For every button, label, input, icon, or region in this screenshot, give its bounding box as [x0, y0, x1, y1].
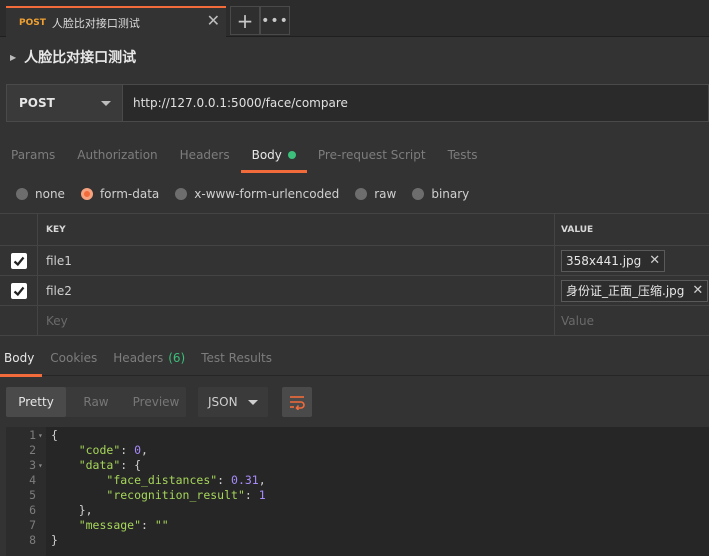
code-line: 7 "message": ""	[6, 518, 709, 533]
fold-toggle-icon[interactable]: ▾	[38, 458, 43, 473]
line-number: 5	[29, 488, 36, 502]
row-key[interactable]: file1	[38, 246, 555, 275]
code-line: 8}	[6, 533, 709, 548]
response-view-toolbar: Pretty Raw Preview JSON	[6, 387, 312, 417]
table-row: file2 身份证_正面_压缩.jpg ✕	[0, 276, 709, 306]
value-column-header: VALUE	[561, 224, 594, 235]
code-text: }	[51, 533, 58, 547]
method-select[interactable]: POST	[7, 85, 123, 121]
code-text: "message": ""	[78, 518, 169, 532]
expand-triangle-icon[interactable]: ▶	[10, 53, 16, 62]
request-title: 人脸比对接口测试	[24, 50, 137, 66]
code-line: 1 ▾ {	[6, 428, 709, 443]
url-input[interactable]	[123, 85, 708, 121]
table-row: file1 358x441.jpg ✕	[0, 246, 709, 276]
file-name: 358x441.jpg	[566, 253, 642, 268]
file-chip[interactable]: 358x441.jpg ✕	[561, 249, 666, 272]
code-text: "recognition_result": 1	[106, 488, 266, 502]
code-line: 2 "code": 0,	[6, 443, 709, 458]
response-tab-headers[interactable]: Headers (6)	[109, 341, 193, 376]
radio-form-data[interactable]: form-data	[80, 187, 159, 201]
value-placeholder-input[interactable]: Value	[555, 306, 709, 335]
view-pretty-button[interactable]: Pretty	[6, 387, 66, 417]
form-data-table: KEY VALUE file1 358x441.jpg ✕ file2 身份证_…	[0, 213, 709, 336]
response-tab-test-results[interactable]: Test Results	[197, 341, 280, 376]
radio-circle-icon	[175, 188, 188, 200]
table-header: KEY VALUE	[0, 214, 709, 246]
radio-binary[interactable]: binary	[412, 187, 469, 201]
table-row-empty: Key Value	[0, 306, 709, 336]
code-text: {	[51, 428, 58, 442]
code-text: "data": {	[78, 458, 142, 472]
tab-pre-request-script[interactable]: Pre-request Script	[307, 137, 437, 173]
code-line: 4 "face_distances": 0.31,	[6, 473, 709, 488]
radio-none[interactable]: none	[16, 187, 65, 201]
response-tab-cookies[interactable]: Cookies	[46, 341, 105, 376]
request-title-row: ▶ 人脸比对接口测试	[0, 37, 709, 77]
fold-toggle-icon[interactable]: ▾	[38, 428, 43, 443]
response-body-code: 1 ▾{2 "code": 0, 3 ▾ "data": {4 "face_dista…	[6, 427, 709, 556]
code-text: "code": 0,	[78, 443, 148, 457]
radio-x-www-form-urlencoded[interactable]: x-www-form-urlencoded	[175, 187, 339, 201]
wrap-lines-button[interactable]	[282, 387, 312, 417]
radio-raw[interactable]: raw	[355, 187, 396, 201]
code-text: },	[51, 503, 93, 517]
format-value: JSON	[208, 395, 238, 409]
request-tab-name: 人脸比对接口测试	[51, 16, 140, 30]
wrap-icon	[290, 396, 305, 410]
response-tab-body[interactable]: Body	[0, 341, 43, 377]
request-tab[interactable]: POST 人脸比对接口测试 ✕	[6, 6, 226, 37]
code-line: 6 },	[6, 503, 709, 518]
key-placeholder-input[interactable]: Key	[38, 306, 555, 335]
checkmark-icon	[13, 256, 24, 266]
view-preview-button[interactable]: Preview	[126, 387, 186, 417]
view-mode-segment: Pretty Raw Preview	[6, 387, 186, 417]
close-tab-icon[interactable]: ✕	[207, 13, 220, 29]
url-bar: POST	[6, 84, 709, 122]
checkmark-icon	[13, 286, 24, 296]
row-checkbox[interactable]	[10, 252, 27, 269]
row-checkbox[interactable]	[10, 282, 27, 299]
file-name: 身份证_正面_压缩.jpg	[566, 284, 685, 298]
tab-body[interactable]: Body	[240, 137, 308, 173]
line-number: 2	[29, 443, 36, 457]
body-set-dot-icon	[287, 151, 296, 159]
radio-circle-icon	[355, 188, 368, 200]
row-key[interactable]: file2	[38, 276, 555, 305]
response-tabs: Body Cookies Headers (6) Test Results	[0, 341, 709, 377]
request-tabs: Params Authorization Headers Body Pre-re…	[0, 137, 709, 173]
code-line: 3 ▾ "data": {	[6, 458, 709, 473]
chevron-down-icon	[248, 399, 258, 405]
code-text: "face_distances": 0.31,	[106, 473, 266, 487]
headers-count-badge: (6)	[168, 351, 186, 365]
request-tab-method: POST	[19, 17, 46, 28]
remove-file-icon[interactable]: ✕	[692, 283, 703, 298]
chevron-down-icon	[101, 100, 111, 106]
radio-circle-icon	[16, 188, 28, 200]
tab-strip: POST 人脸比对接口测试 ✕ + •••	[0, 0, 709, 37]
tab-headers[interactable]: Headers	[169, 137, 241, 173]
line-number: 8	[29, 533, 36, 547]
line-number: 3	[29, 458, 36, 472]
tab-tests[interactable]: Tests	[437, 137, 489, 173]
code-line: 5 "recognition_result": 1	[6, 488, 709, 503]
remove-file-icon[interactable]: ✕	[649, 253, 660, 268]
line-number: 7	[29, 518, 36, 532]
file-chip[interactable]: 身份证_正面_压缩.jpg ✕	[561, 279, 709, 302]
key-column-header: KEY	[38, 214, 555, 245]
body-type-radios: none form-data x-www-form-urlencoded raw…	[0, 180, 709, 208]
more-tabs-button[interactable]: •••	[260, 6, 290, 35]
new-tab-button[interactable]: +	[230, 6, 260, 35]
line-number: 4	[29, 473, 36, 487]
method-value: POST	[19, 96, 55, 110]
view-raw-button[interactable]: Raw	[66, 387, 126, 417]
line-number: 6	[29, 503, 36, 517]
line-number: 1	[29, 428, 36, 442]
tab-params[interactable]: Params	[0, 137, 66, 173]
radio-circle-icon	[412, 188, 425, 200]
radio-selected-icon	[80, 188, 93, 200]
tab-authorization[interactable]: Authorization	[66, 137, 168, 173]
format-select[interactable]: JSON	[198, 387, 268, 417]
